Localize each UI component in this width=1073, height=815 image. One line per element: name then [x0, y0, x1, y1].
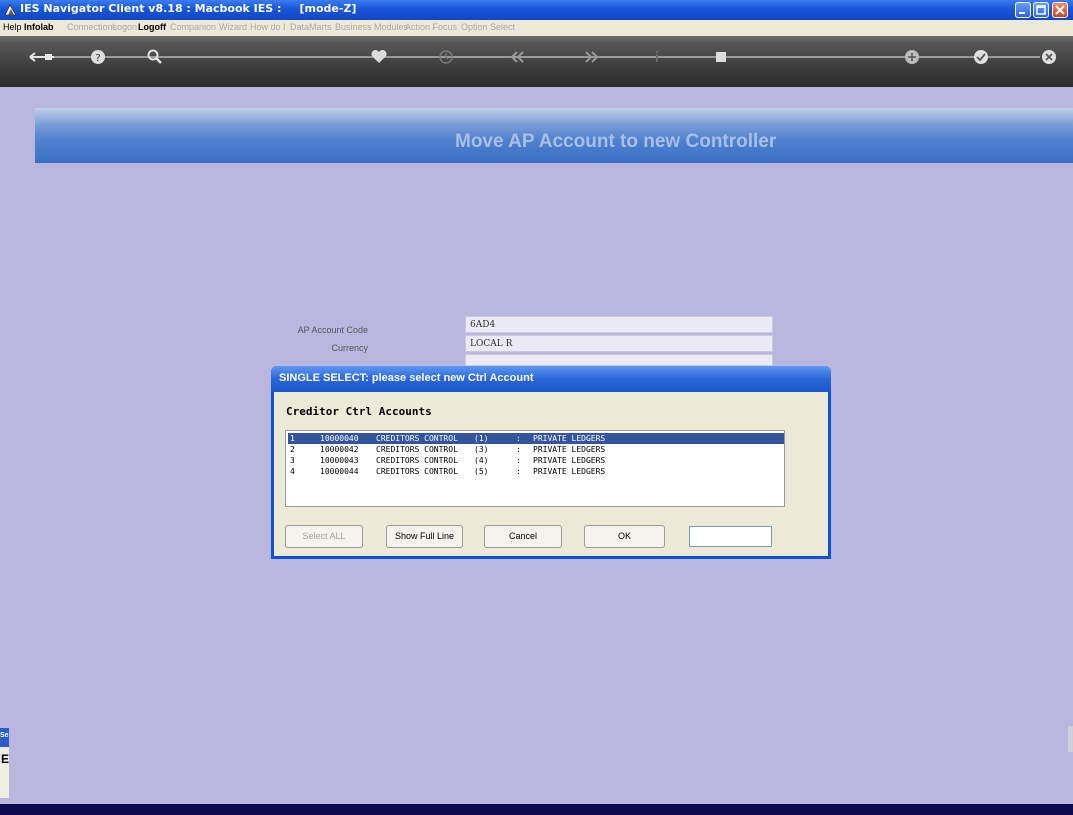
- list-item-sep: :: [516, 434, 521, 443]
- list-item-sep: :: [516, 456, 521, 465]
- rewind-icon[interactable]: [509, 48, 527, 66]
- list-item-desc: CREDITORS CONTROL: [376, 445, 458, 454]
- show-full-line-button[interactable]: Show Full Line: [386, 525, 463, 548]
- menu-item-companion[interactable]: Companion: [170, 22, 216, 32]
- heart-icon[interactable]: [370, 48, 388, 66]
- menu-item-how-do-i[interactable]: How do I: [250, 22, 286, 32]
- menu-item-connections[interactable]: Connections: [67, 22, 117, 32]
- list-item-paren: (3): [474, 445, 489, 454]
- list-item-desc: CREDITORS CONTROL: [376, 434, 458, 443]
- search-icon[interactable]: [146, 48, 164, 66]
- list-item-sep: :: [516, 445, 521, 454]
- list-item[interactable]: 1 10000040 CREDITORS CONTROL (1): PRIVATE LE…: [288, 433, 784, 444]
- list-item-ledger: PRIVATE LEDGERS: [533, 434, 606, 443]
- currency-label: Currency: [331, 343, 368, 353]
- maximize-button[interactable]: [1033, 2, 1049, 18]
- menu-item-help[interactable]: Help: [3, 22, 22, 32]
- list-header: Creditor Ctrl Accounts: [286, 405, 432, 418]
- window-mode: [mode-Z]: [299, 2, 357, 15]
- list-item-num: 1: [290, 434, 295, 443]
- menu-item-datamarts[interactable]: DataMarts: [290, 22, 332, 32]
- menu-item-business-modules[interactable]: Business Modules: [335, 22, 408, 32]
- right-edge-scroll[interactable]: [1068, 726, 1073, 752]
- side-panel-fragment[interactable]: Se E: [0, 728, 9, 798]
- list-item-paren: (5): [474, 467, 489, 476]
- list-item-paren: (4): [474, 456, 489, 465]
- page-banner: Move AP Account to new Controller: [35, 108, 1073, 163]
- menu-item-action-focus[interactable]: Action Focus: [405, 22, 457, 32]
- title-bar[interactable]: IES Navigator Client v8.18 : Macbook IES…: [0, 0, 1073, 20]
- list-item-sep: :: [516, 467, 521, 476]
- list-item-ledger: PRIVATE LEDGERS: [533, 445, 606, 454]
- window-title: IES Navigator Client v8.18 : Macbook IES…: [20, 2, 357, 15]
- bottom-bar: [0, 804, 1073, 815]
- stop-icon[interactable]: [712, 48, 730, 66]
- single-select-dialog: SINGLE SELECT: please select new Ctrl Ac…: [271, 366, 831, 559]
- menu-item-wizard[interactable]: Wizard: [219, 22, 247, 32]
- minimize-button[interactable]: [1015, 2, 1031, 18]
- page-title: Move AP Account to new Controller: [455, 131, 777, 152]
- maximize-icon: [1036, 5, 1046, 15]
- list-item[interactable]: 4 10000044 CREDITORS CONTROL (5): PRIVATE LE…: [288, 466, 784, 477]
- svg-text:?: ?: [95, 53, 100, 64]
- toolbar: ?: [0, 36, 1073, 94]
- menu-item-infolab[interactable]: Infolab: [24, 22, 54, 32]
- list-item-ledger: PRIVATE LEDGERS: [533, 456, 606, 465]
- menu-item-logon[interactable]: Logon: [112, 22, 137, 32]
- side-panel-title: Se: [0, 728, 9, 747]
- list-item-desc: CREDITORS CONTROL: [376, 456, 458, 465]
- check-icon[interactable]: [972, 48, 990, 66]
- clock-icon[interactable]: [437, 48, 455, 66]
- list-item-ledger: PRIVATE LEDGERS: [533, 467, 606, 476]
- close-icon[interactable]: [1040, 48, 1058, 66]
- ap-account-code-field[interactable]: 6AD4: [465, 316, 773, 333]
- toolbar-divider: [30, 56, 1040, 58]
- account-list[interactable]: 1 10000040 CREDITORS CONTROL (1): PRIVATE LE…: [285, 430, 785, 507]
- third-form-field[interactable]: [465, 354, 773, 366]
- list-item-code: 10000044: [320, 467, 359, 476]
- dialog-body: Creditor Ctrl Accounts 1 10000040 CREDITOR…: [274, 392, 828, 556]
- list-item-desc: CREDITORS CONTROL: [376, 467, 458, 476]
- side-panel-value: E: [1, 752, 10, 766]
- list-item-num: 4: [290, 467, 295, 476]
- help-icon[interactable]: ?: [89, 48, 107, 66]
- cancel-button[interactable]: Cancel: [484, 525, 562, 548]
- fast-forward-icon[interactable]: [582, 48, 600, 66]
- close-icon: [1055, 5, 1065, 15]
- ok-button[interactable]: OK: [584, 525, 665, 548]
- ap-account-code-label: AP Account Code: [297, 325, 368, 335]
- back-arrow-icon[interactable]: [28, 48, 56, 66]
- add-icon[interactable]: [903, 48, 921, 66]
- currency-field[interactable]: LOCAL R: [465, 335, 773, 352]
- select-all-button[interactable]: Select ALL: [285, 525, 363, 548]
- list-item-paren: (1): [474, 434, 489, 443]
- list-item-num: 3: [290, 456, 295, 465]
- info-icon[interactable]: [648, 48, 666, 66]
- list-item-code: 10000042: [320, 445, 359, 454]
- app-icon: [4, 4, 17, 16]
- menu-item-option-select[interactable]: Option Select: [461, 22, 515, 32]
- minimize-icon: [1019, 12, 1025, 14]
- list-item-code: 10000040: [320, 434, 359, 443]
- menu-bar: Help Infolab Connections Logon Logoff Compani…: [0, 20, 1073, 36]
- list-item[interactable]: 2 10000042 CREDITORS CONTROL (3): PRIVATE LE…: [288, 444, 784, 455]
- list-item-num: 2: [290, 445, 295, 454]
- dialog-title-bar[interactable]: SINGLE SELECT: please select new Ctrl Ac…: [271, 366, 831, 392]
- dialog-input-field[interactable]: [689, 526, 772, 547]
- menu-item-logoff[interactable]: Logoff: [138, 22, 166, 32]
- list-item-code: 10000043: [320, 456, 359, 465]
- close-window-button[interactable]: [1052, 2, 1068, 18]
- app-window: IES Navigator Client v8.18 : Macbook IES…: [0, 0, 1073, 815]
- dialog-title: SINGLE SELECT: please select new Ctrl Ac…: [279, 372, 534, 384]
- list-item[interactable]: 3 10000043 CREDITORS CONTROL (4): PRIVATE LE…: [288, 455, 784, 466]
